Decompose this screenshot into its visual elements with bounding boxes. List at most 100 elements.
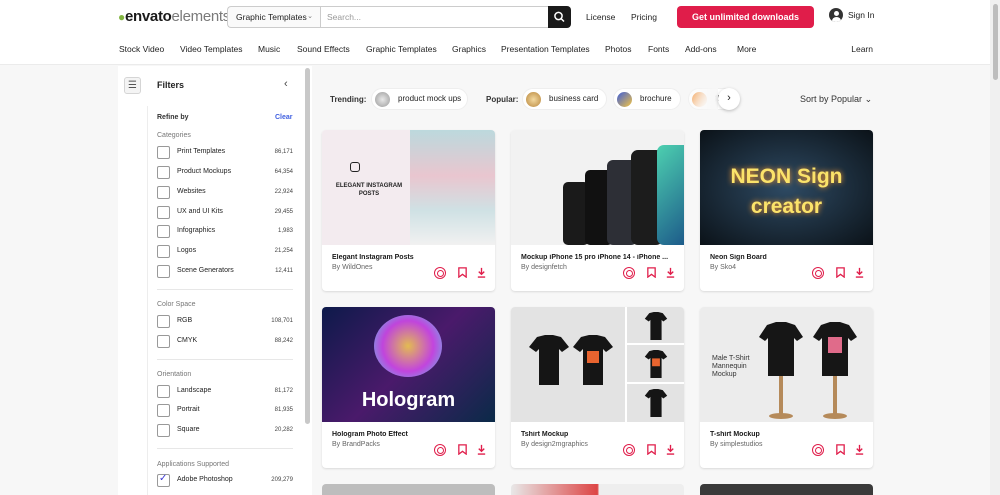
checkbox[interactable] xyxy=(157,265,170,278)
filter-option-ux-ui-kits[interactable]: UX and UI Kits 29,455 xyxy=(157,206,293,219)
download-icon[interactable] xyxy=(664,267,676,279)
nav-sound-effects[interactable]: Sound Effects xyxy=(297,44,350,54)
card-thumbnail[interactable] xyxy=(511,130,684,245)
search-button[interactable] xyxy=(548,6,571,28)
filters-scroll-thumb[interactable] xyxy=(305,68,310,424)
card-author[interactable]: By designfetch xyxy=(521,264,567,271)
card-author[interactable]: By Sko4 xyxy=(710,264,736,271)
filter-option-landscape[interactable]: Landscape 81,172 xyxy=(157,385,293,398)
get-unlimited-downloads-button[interactable]: Get unlimited downloads xyxy=(677,6,814,28)
checkbox[interactable] xyxy=(157,225,170,238)
filter-option-print-templates[interactable]: Print Templates 86,171 xyxy=(157,146,293,159)
filter-option-cmyk[interactable]: CMYK 88,242 xyxy=(157,335,293,348)
item-card-partial[interactable] xyxy=(700,484,873,495)
filter-option-logos[interactable]: Logos 21,254 xyxy=(157,245,293,258)
filter-option-websites[interactable]: Websites 22,924 xyxy=(157,186,293,199)
bookmark-icon[interactable] xyxy=(834,444,846,456)
checkbox[interactable] xyxy=(157,186,170,199)
item-card[interactable]: Mockup iPhone 15 pro iPhone 14 - iPhone … xyxy=(511,130,684,291)
filter-sliders-icon[interactable]: ☰ xyxy=(124,77,141,94)
card-thumbnail[interactable]: NEON Sign creator xyxy=(700,130,873,245)
nav-more[interactable]: More xyxy=(737,44,756,54)
card-title[interactable]: Tshirt Mockup xyxy=(521,431,681,438)
filter-option-product-mockups[interactable]: Product Mockups 64,354 xyxy=(157,166,293,179)
card-author[interactable]: By BrandPacks xyxy=(332,441,380,448)
download-icon[interactable] xyxy=(475,267,487,279)
item-card[interactable]: Tshirt Mockup By design2mgraphics xyxy=(511,307,684,468)
nav-add-ons[interactable]: Add-ons xyxy=(685,44,717,54)
nav-video-templates[interactable]: Video Templates xyxy=(180,44,243,54)
checkbox[interactable] xyxy=(157,315,170,328)
download-icon[interactable] xyxy=(475,444,487,456)
checkbox[interactable] xyxy=(157,245,170,258)
add-to-project-icon[interactable] xyxy=(623,444,635,456)
search-input[interactable] xyxy=(320,6,549,28)
add-to-project-icon[interactable] xyxy=(434,444,446,456)
nav-presentation-templates[interactable]: Presentation Templates xyxy=(501,44,590,54)
card-title[interactable]: Mockup iPhone 15 pro iPhone 14 - iPhone … xyxy=(521,254,681,261)
filter-option-square[interactable]: Square 20,282 xyxy=(157,424,293,437)
collapse-filters-chevron-icon[interactable]: ‹ xyxy=(284,78,288,90)
item-card[interactable]: Hologram Hologram Photo Effect By BrandP… xyxy=(322,307,495,468)
card-thumbnail[interactable]: Hologram xyxy=(322,307,495,422)
filter-option-infographics[interactable]: Infographics 1,983 xyxy=(157,225,293,238)
card-thumbnail[interactable]: ELEGANT INSTAGRAM POSTS xyxy=(322,130,495,245)
card-author[interactable]: By design2mgraphics xyxy=(521,441,588,448)
nav-learn[interactable]: Learn xyxy=(851,44,873,54)
add-to-project-icon[interactable] xyxy=(812,444,824,456)
download-icon[interactable] xyxy=(853,267,865,279)
nav-photos[interactable]: Photos xyxy=(605,44,631,54)
pricing-link[interactable]: Pricing xyxy=(631,12,657,22)
pills-next-chevron-icon[interactable]: › xyxy=(718,88,740,110)
bookmark-icon[interactable] xyxy=(645,444,657,456)
bookmark-icon[interactable] xyxy=(834,267,846,279)
nav-stock-video[interactable]: Stock Video xyxy=(119,44,164,54)
nav-fonts[interactable]: Fonts xyxy=(648,44,669,54)
popular-pill-brochure[interactable]: brochure xyxy=(613,88,681,110)
clear-filters-link[interactable]: Clear xyxy=(275,114,293,121)
sign-in-button[interactable]: Sign In xyxy=(829,8,874,22)
envato-elements-logo[interactable]: ●envatoelements xyxy=(118,8,230,25)
add-to-project-icon[interactable] xyxy=(623,267,635,279)
checkbox[interactable] xyxy=(157,385,170,398)
checkbox[interactable] xyxy=(157,404,170,417)
card-title[interactable]: T-shirt Mockup xyxy=(710,431,870,438)
license-link[interactable]: License xyxy=(586,12,615,22)
card-thumbnail[interactable] xyxy=(511,307,684,422)
download-icon[interactable] xyxy=(664,444,676,456)
bookmark-icon[interactable] xyxy=(456,444,468,456)
item-card[interactable]: ELEGANT INSTAGRAM POSTS Elegant Instagra… xyxy=(322,130,495,291)
page-scroll-thumb[interactable] xyxy=(993,4,998,80)
download-icon[interactable] xyxy=(853,444,865,456)
add-to-project-icon[interactable] xyxy=(434,267,446,279)
bookmark-icon[interactable] xyxy=(456,267,468,279)
checkbox[interactable] xyxy=(157,335,170,348)
card-author[interactable]: By WildOnes xyxy=(332,264,372,271)
checkbox[interactable] xyxy=(157,146,170,159)
checkbox[interactable] xyxy=(157,166,170,179)
card-title[interactable]: Hologram Photo Effect xyxy=(332,431,492,438)
filter-option-rgb[interactable]: RGB 108,701 xyxy=(157,315,293,328)
checkbox[interactable] xyxy=(157,424,170,437)
card-title[interactable]: Elegant Instagram Posts xyxy=(332,254,492,261)
nav-graphics[interactable]: Graphics xyxy=(452,44,486,54)
checkbox-checked[interactable] xyxy=(157,473,170,487)
filter-option-portrait[interactable]: Portrait 81,935 xyxy=(157,404,293,417)
item-card-partial[interactable] xyxy=(322,484,495,495)
card-title[interactable]: Neon Sign Board xyxy=(710,254,870,261)
item-card[interactable]: Male T-Shirt Mannequin Mockup T-shirt Mo… xyxy=(700,307,873,468)
item-card-partial[interactable] xyxy=(511,484,684,495)
add-to-project-icon[interactable] xyxy=(812,267,824,279)
nav-music[interactable]: Music xyxy=(258,44,280,54)
sort-dropdown[interactable]: Sort by Popular ⌄ xyxy=(800,94,872,105)
category-select[interactable]: Graphic Templates ⌄ xyxy=(227,6,320,28)
filter-option-scene-generators[interactable]: Scene Generators 12,411 xyxy=(157,265,293,278)
trending-pill-product-mock-ups[interactable]: product mock ups xyxy=(371,88,468,110)
bookmark-icon[interactable] xyxy=(645,267,657,279)
filter-option-adobe-photoshop[interactable]: Adobe Photoshop209,279 xyxy=(157,473,293,487)
item-card[interactable]: NEON Sign creator Neon Sign Board By Sko… xyxy=(700,130,873,291)
popular-pill-business-card[interactable]: business card xyxy=(522,88,607,110)
checkbox[interactable] xyxy=(157,206,170,219)
card-author[interactable]: By simplestudios xyxy=(710,441,763,448)
nav-graphic-templates[interactable]: Graphic Templates xyxy=(366,44,437,54)
